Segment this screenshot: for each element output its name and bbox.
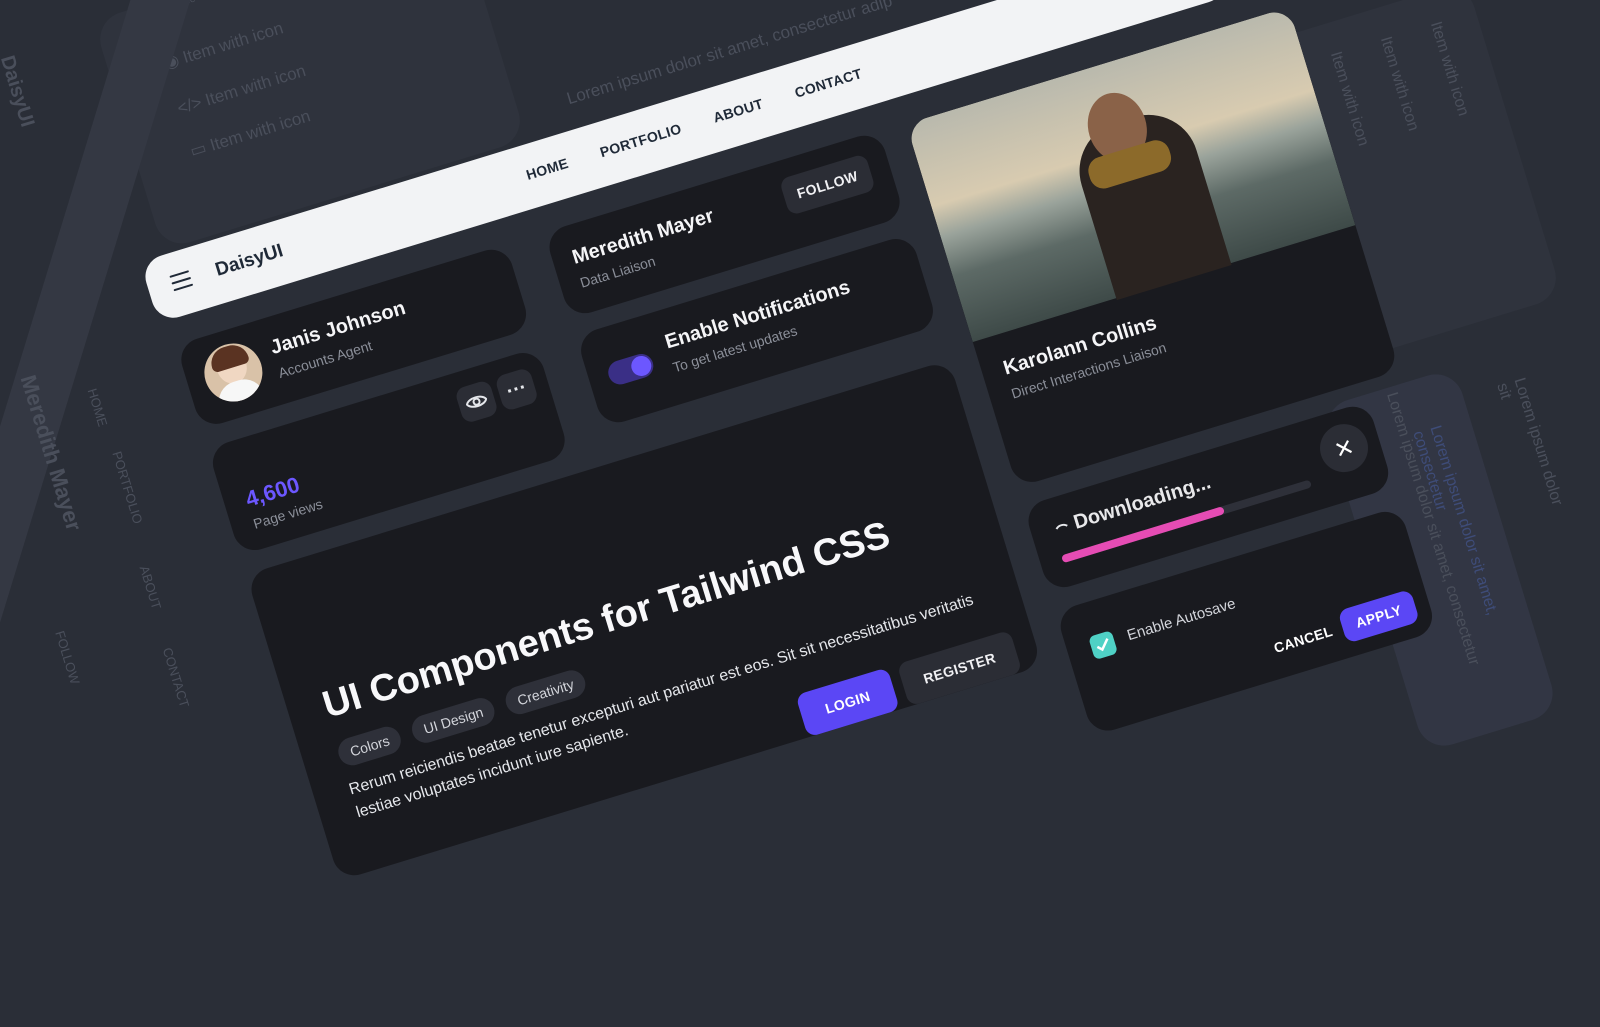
more-icon[interactable]: ··· [494,366,540,412]
ghost-left-link: HOME [84,386,111,429]
avatar [197,336,270,409]
eye-icon[interactable] [454,379,500,425]
nav-link-about[interactable]: ABOUT [711,95,765,125]
brand-logo[interactable]: DaisyUI [213,240,286,281]
notifications-toggle[interactable] [605,350,657,388]
apply-button[interactable]: APPLY [1337,588,1421,644]
tag: Colors [334,723,405,769]
bell-icon[interactable] [1126,0,1154,2]
ghost-left-link: PORTFOLIO [109,449,146,526]
close-icon[interactable] [1314,418,1374,479]
cancel-button[interactable]: CANCEL [1267,614,1340,666]
nav-icons [1126,0,1200,2]
download-label: Downloading... [1070,471,1214,534]
nav-link-portfolio[interactable]: PORTFOLIO [598,120,683,160]
nav-link-contact[interactable]: CONTACT [793,65,864,101]
spinner-icon [1052,521,1075,545]
autosave-checkbox[interactable] [1088,630,1119,661]
menu-icon[interactable] [169,270,194,293]
tag: Creativity [502,666,590,718]
follow-button[interactable]: FOLLOW [778,153,877,216]
ghost-left-brand: DaisyUI [0,53,39,130]
ghost-left-follow: FOLLOW [52,629,83,686]
nav-link-home[interactable]: HOME [524,155,570,183]
ghost-left-link: CONTACT [159,645,193,710]
tag: UI Design [408,694,499,747]
autosave-label: Enable Autosave [1125,595,1238,645]
ghost-left-link: ABOUT [136,563,165,612]
